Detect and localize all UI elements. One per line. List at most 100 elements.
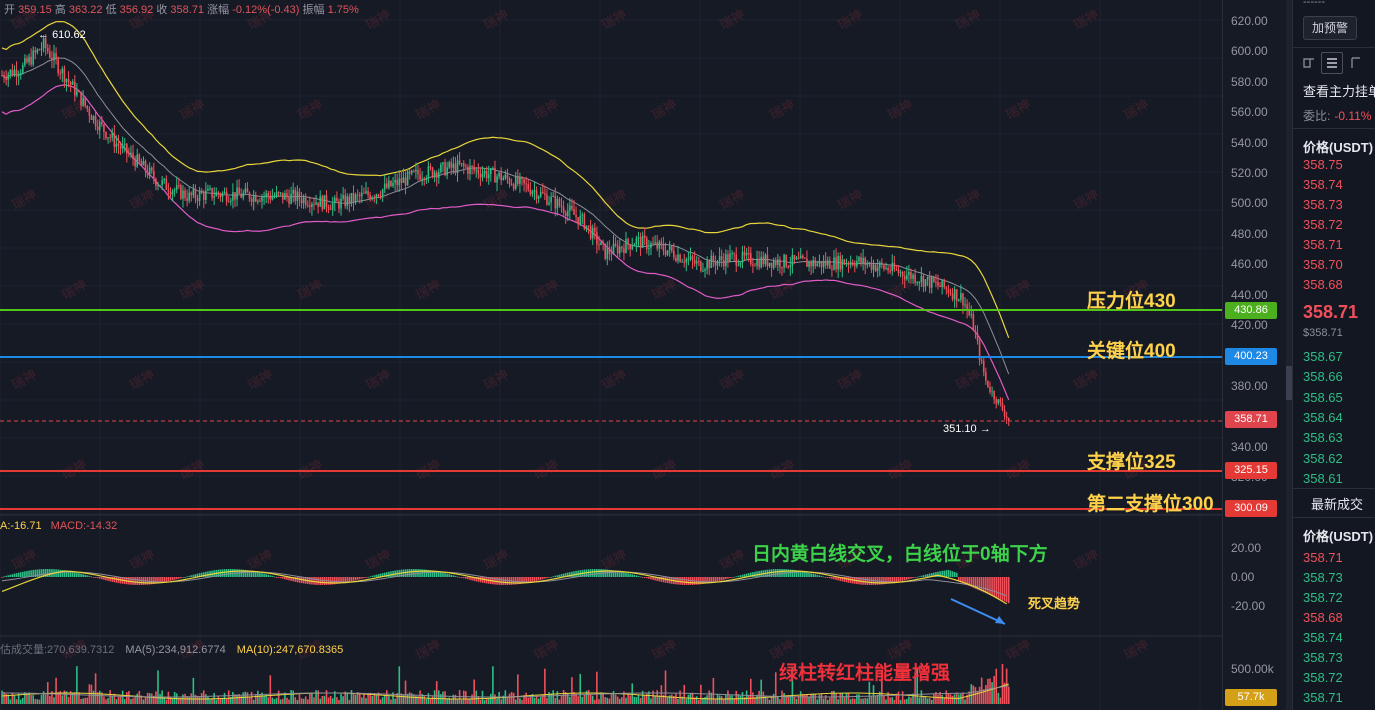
candle-body — [117, 143, 120, 147]
macd-histogram-bar — [444, 573, 446, 577]
candle-body — [924, 279, 927, 287]
volume-bar — [9, 699, 12, 704]
volume-bar — [598, 699, 600, 704]
volume-bar — [945, 690, 948, 704]
volume-bar — [799, 691, 802, 704]
macd-histogram-bar — [535, 577, 538, 581]
candle-body — [40, 48, 43, 51]
candle-body — [777, 259, 779, 266]
candle-body — [113, 133, 116, 147]
volume-bar — [242, 692, 245, 704]
macd-histogram-bar — [718, 577, 721, 581]
candle-body — [240, 193, 242, 198]
volume-bar — [920, 690, 923, 704]
volume-bar — [298, 694, 301, 704]
volume-bar — [854, 698, 856, 704]
candle-body — [785, 254, 787, 267]
ask-price[interactable]: 358.75 — [1303, 157, 1343, 172]
macd-histogram-bar — [835, 577, 837, 580]
macd-histogram-bar — [460, 577, 463, 578]
volume-bar — [207, 696, 209, 704]
candle-body — [388, 180, 390, 188]
ask-price[interactable]: 358.68 — [1303, 277, 1343, 292]
candle-body — [82, 97, 84, 106]
layout-asks-icon[interactable] — [1349, 56, 1365, 70]
candle-body — [182, 190, 184, 199]
volume-bar — [772, 693, 775, 704]
volume-bar — [202, 690, 205, 704]
candle-body — [205, 190, 207, 200]
candle-body — [465, 166, 467, 168]
candle-body — [926, 276, 929, 280]
macd-histogram-bar — [282, 577, 284, 579]
volume-bar — [163, 698, 166, 704]
volume-bar — [806, 694, 808, 704]
candle-body — [985, 372, 987, 381]
candle-body — [993, 391, 995, 400]
ask-price[interactable]: 358.74 — [1303, 177, 1343, 192]
volume-bar — [872, 685, 875, 704]
price-axis[interactable]: 620.00 600.00 580.00 560.00 540.00 520.00 500.… — [1222, 0, 1287, 710]
layout-bids-icon[interactable] — [1321, 52, 1343, 74]
macd-histogram-bar — [770, 569, 773, 577]
ask-price[interactable]: 358.72 — [1303, 217, 1343, 232]
candle-body — [504, 174, 507, 179]
candle-body — [103, 124, 105, 132]
divider — [1293, 517, 1375, 518]
bid-price[interactable]: 358.67 — [1303, 349, 1343, 364]
volume-bar — [527, 697, 530, 704]
bid-price[interactable]: 358.66 — [1303, 369, 1343, 384]
macd-histogram-bar — [267, 574, 270, 577]
macd-histogram-bar — [94, 577, 97, 578]
volume-bar — [612, 690, 615, 704]
watermark: 瑞神 — [717, 7, 747, 33]
ask-price[interactable]: 358.70 — [1303, 257, 1343, 272]
macd-histogram-bar — [639, 576, 642, 578]
candle-body — [820, 261, 823, 268]
candle-body — [870, 262, 873, 270]
view-orders-link[interactable]: 查看主力挂单 — [1303, 81, 1375, 100]
macd-histogram-bar — [662, 577, 665, 583]
bid-price[interactable]: 358.65 — [1303, 390, 1343, 405]
candle-body — [313, 203, 315, 205]
volume-bar — [425, 699, 428, 704]
volume-bar — [822, 698, 825, 704]
divider — [1293, 128, 1375, 129]
candle-body — [854, 264, 856, 267]
volume-bar — [843, 696, 846, 704]
bid-price[interactable]: 358.63 — [1303, 430, 1343, 445]
candle-body — [575, 214, 577, 218]
candle-body — [974, 330, 977, 334]
volume-bar — [92, 690, 95, 704]
macd-histogram-bar — [163, 577, 166, 583]
candle-body — [837, 255, 839, 270]
macd-histogram-bar — [641, 577, 644, 578]
macd-histogram-bar — [369, 576, 371, 578]
macd-histogram-bar — [279, 577, 282, 579]
candle-body — [36, 49, 39, 53]
candle-body — [334, 197, 336, 204]
chart-area[interactable]: 瑞神 瑞神 瑞神 瑞神 瑞神 瑞神 瑞神 瑞神 瑞神 瑞神 瑞神 瑞神 瑞神 瑞神 瑞神 瑞神 瑞神 瑞神 瑞神 瑞神… — [0, 0, 1222, 710]
bid-price[interactable]: 358.62 — [1303, 451, 1343, 466]
candle-body — [381, 189, 384, 197]
add-alert-button[interactable]: 加预警 — [1303, 16, 1357, 40]
bid-price[interactable]: 358.61 — [1303, 471, 1343, 486]
candle-body — [46, 47, 49, 52]
layout-both-icon[interactable] — [1301, 56, 1317, 70]
volume-bar — [602, 692, 604, 704]
candle-body — [779, 259, 781, 268]
candle-body — [498, 172, 500, 177]
macd-histogram-bar — [1003, 577, 1006, 602]
ask-price[interactable]: 358.73 — [1303, 197, 1343, 212]
candle-body — [772, 260, 775, 268]
bid-price[interactable]: 358.64 — [1303, 410, 1343, 425]
ask-price[interactable]: 358.71 — [1303, 237, 1343, 252]
volume-bar — [225, 698, 228, 704]
candle-body — [500, 172, 502, 181]
bollinger-middle-line — [1, 57, 1010, 375]
macd-histogram-bar — [552, 576, 554, 578]
candle-body — [860, 257, 862, 264]
macd-histogram-bar — [358, 577, 361, 580]
watermark: 瑞神 — [9, 547, 39, 573]
candle-body — [793, 255, 796, 260]
